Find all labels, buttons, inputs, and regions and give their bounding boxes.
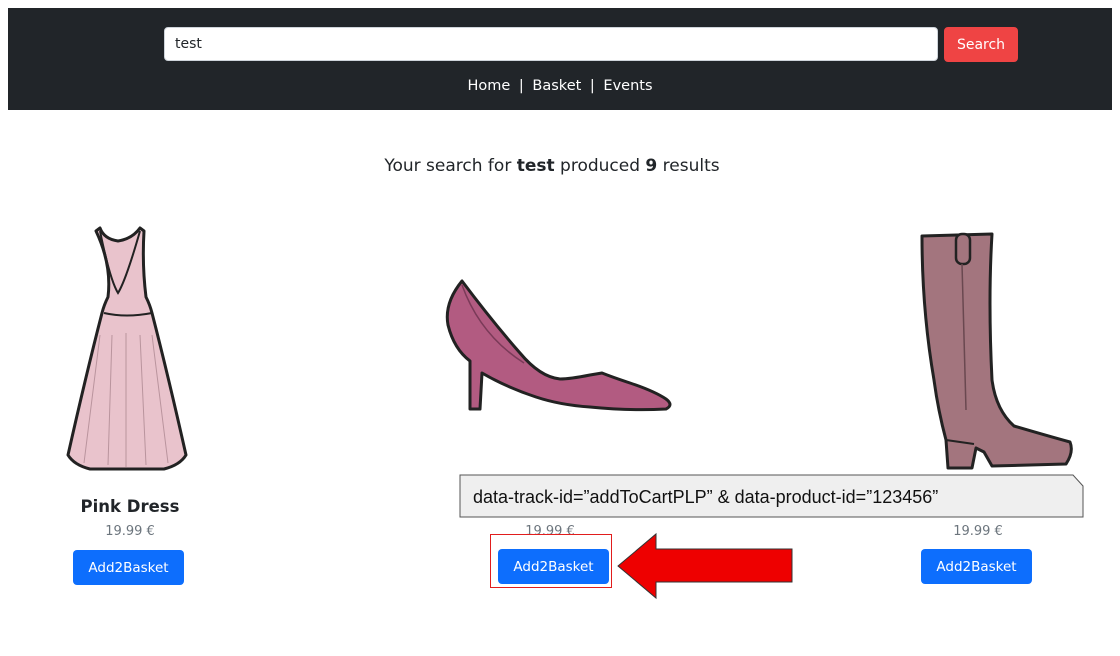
add-to-basket-button[interactable]: Add2Basket (73, 550, 184, 585)
results-middle: produced (560, 156, 641, 176)
red-arrow-icon (617, 532, 793, 600)
annotation-callout-text: data-track-id=”addToCartPLP” & data-prod… (473, 487, 939, 507)
nav-separator: | (518, 78, 524, 94)
results-prefix: Your search for (384, 156, 512, 176)
nav-events-link[interactable]: Events (603, 78, 652, 94)
product-price: 19.99 € (105, 524, 155, 539)
pink-high-heel-image[interactable] (440, 275, 675, 415)
pink-dress-image[interactable] (60, 225, 195, 475)
header-bar: Search Home | Basket | Events (8, 8, 1112, 110)
add-to-basket-button[interactable]: Add2Basket (921, 549, 1032, 584)
product-price: 19.99 € (953, 524, 1003, 539)
highlight-box (490, 534, 612, 588)
brown-boot-image[interactable] (908, 230, 1078, 475)
results-count: 9 (645, 156, 658, 176)
nav-home-link[interactable]: Home (467, 78, 510, 94)
nav-basket-link[interactable]: Basket (532, 78, 581, 94)
results-suffix: results (662, 156, 720, 176)
nav-separator: | (589, 78, 595, 94)
search-input[interactable] (164, 27, 938, 61)
main-nav: Home | Basket | Events (8, 78, 1112, 94)
results-query: test (516, 156, 555, 176)
product-name[interactable]: Pink Dress (50, 497, 210, 516)
search-button[interactable]: Search (944, 27, 1018, 62)
search-results-summary: Your search for test produced 9 results (0, 156, 1104, 176)
